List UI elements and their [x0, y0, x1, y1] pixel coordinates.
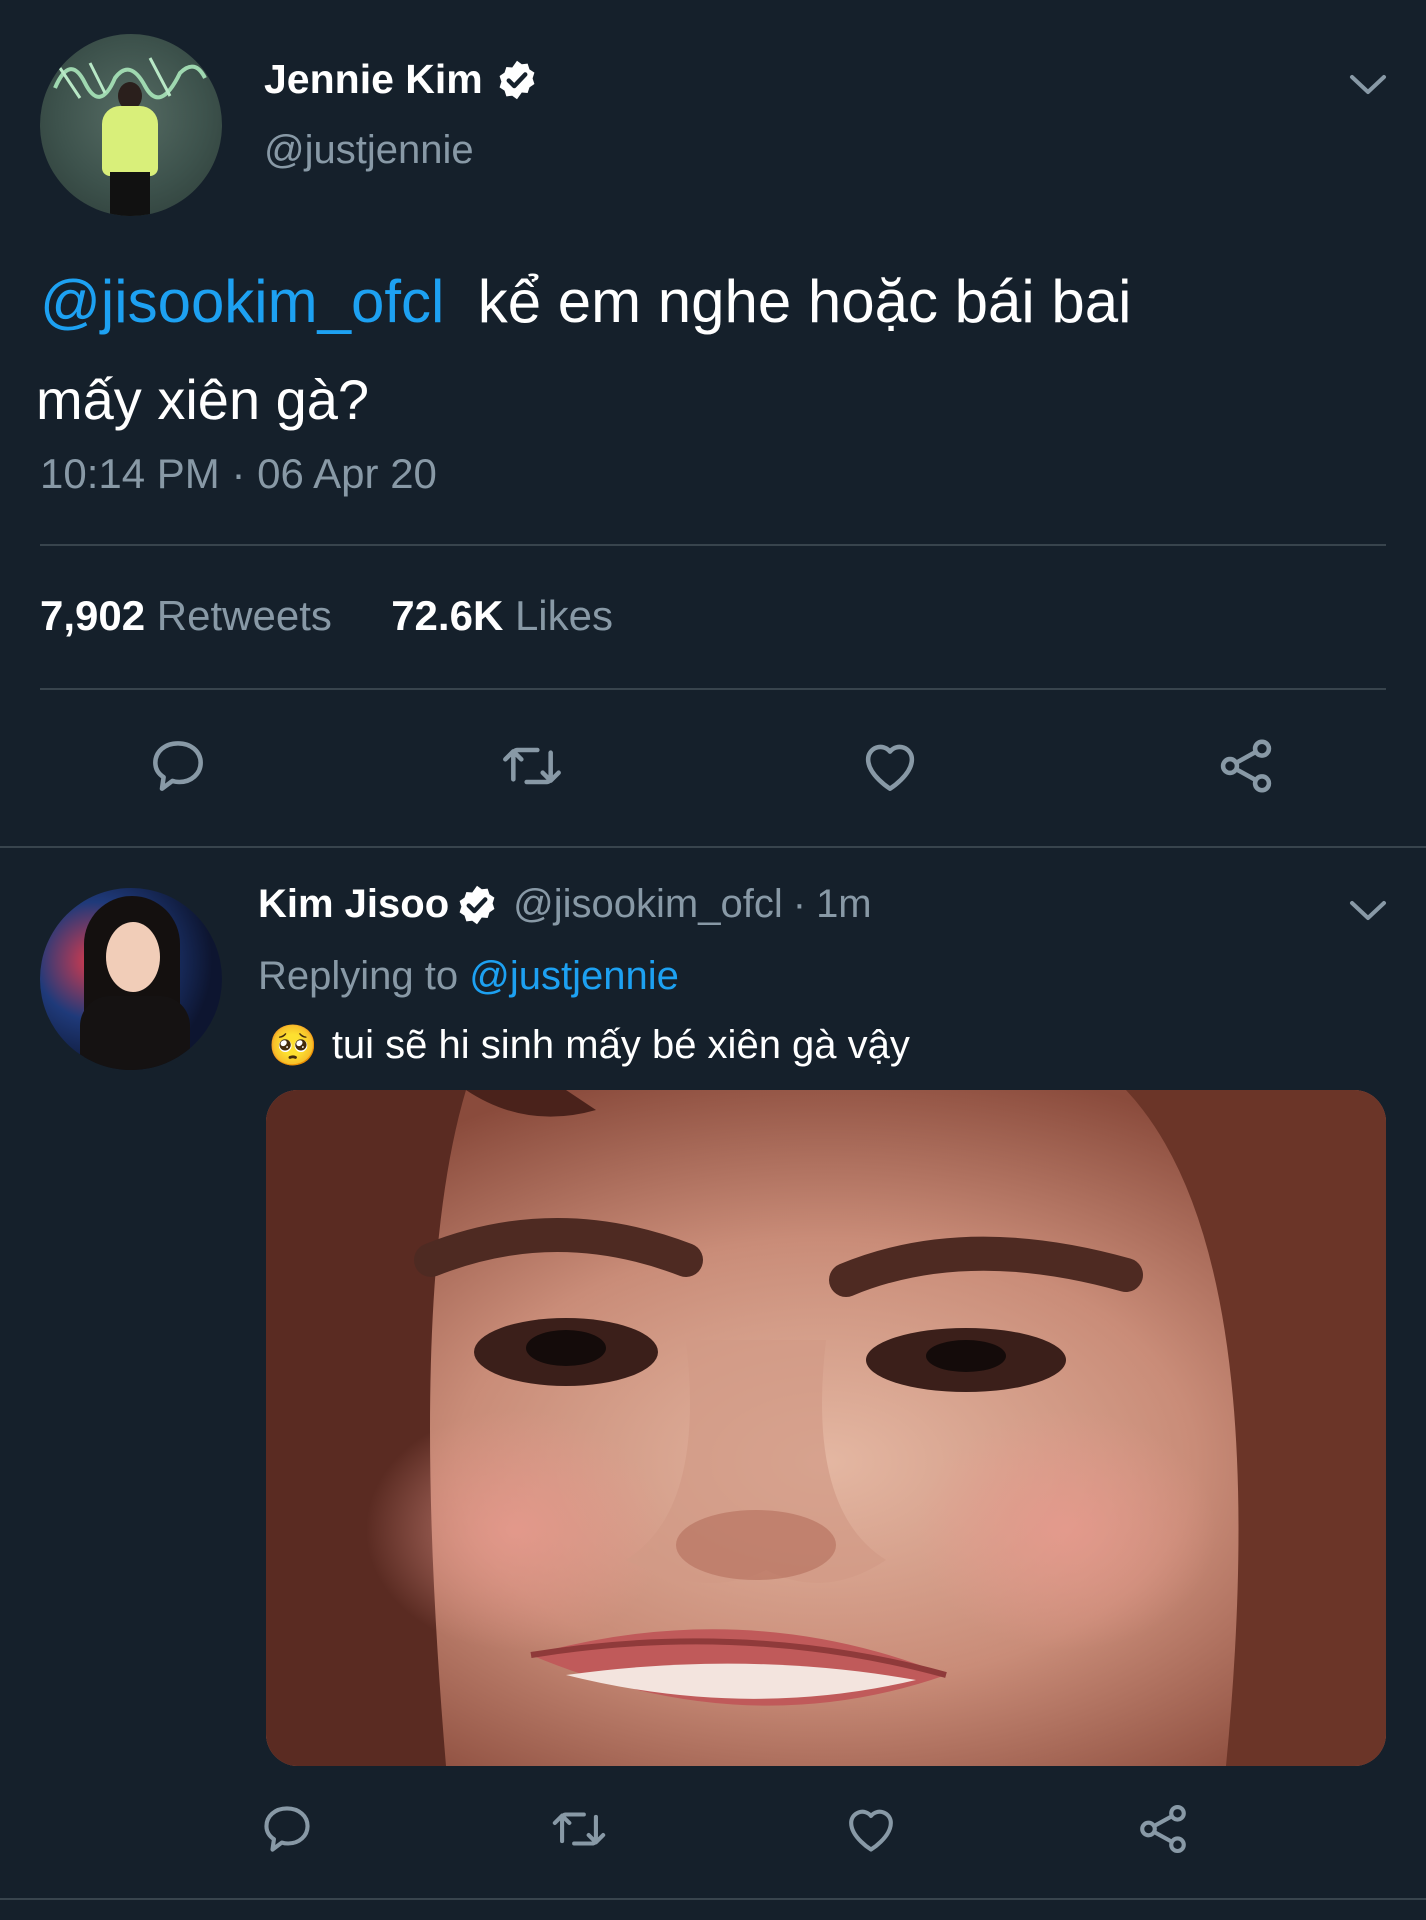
reply-author-name[interactable]: Kim Jisoo — [258, 882, 449, 927]
reply-author-avatar[interactable] — [40, 888, 222, 1070]
avatar-figure-top — [102, 106, 158, 176]
retweets-label: Retweets — [156, 592, 332, 639]
retweets-count: 7,902 — [40, 592, 146, 639]
attached-photo-image — [266, 1090, 1386, 1766]
divider — [0, 846, 1426, 848]
pleading-face-emoji: 🥺 — [268, 1024, 318, 1068]
avatar-figure-legs — [110, 172, 150, 216]
tweet-stats: 7,902 Retweets 72.6K Likes — [40, 592, 613, 640]
share-icon[interactable] — [1214, 734, 1278, 798]
share-icon[interactable] — [1134, 1800, 1192, 1858]
verified-badge-icon — [459, 885, 495, 924]
reply-icon[interactable] — [146, 734, 210, 798]
reply-text-row: 🥺 tui sẽ hi sinh mấy bé xiên gà vậy — [268, 1022, 910, 1069]
reply-header: Kim Jisoo @jisookim_ofcl · 1m — [258, 882, 872, 927]
reply-text: tui sẽ hi sinh mấy bé xiên gà vậy — [331, 1023, 910, 1067]
retweet-icon[interactable] — [500, 734, 564, 798]
likes-count: 72.6K — [391, 592, 504, 639]
divider — [40, 544, 1386, 546]
heart-icon[interactable] — [858, 734, 922, 798]
author-handle[interactable]: @justjennie — [264, 128, 474, 173]
divider — [40, 688, 1386, 690]
tweet-text-line1: @jisookim_ofcl kể em nghe hoặc bái bai — [40, 266, 1132, 338]
time-separator: · — [792, 882, 807, 926]
attached-photo[interactable] — [266, 1090, 1386, 1766]
avatar-face — [106, 922, 160, 992]
reply-icon[interactable] — [258, 1800, 316, 1858]
mention-link[interactable]: @jisookim_ofcl — [40, 268, 444, 335]
reply-time[interactable]: 1m — [816, 882, 872, 927]
likes-stat[interactable]: 72.6K Likes — [391, 592, 613, 639]
tweet-text: kể em nghe hoặc bái bai — [477, 268, 1132, 335]
tweet-text-line2: mấy xiên gà? — [36, 368, 370, 431]
chevron-down-icon[interactable] — [1348, 898, 1388, 924]
heart-icon[interactable] — [842, 1800, 900, 1858]
verified-badge-icon — [499, 60, 535, 99]
author-name-row[interactable]: Jennie Kim — [264, 56, 539, 103]
author-name[interactable]: Jennie Kim — [264, 56, 483, 103]
replying-to-row: Replying to @justjennie — [258, 954, 679, 999]
tweet-timestamp[interactable]: 10:14 PM · 06 Apr 20 — [40, 450, 437, 498]
divider — [0, 1898, 1426, 1900]
retweet-icon[interactable] — [550, 1800, 608, 1858]
reply-author-handle[interactable]: @jisookim_ofcl — [513, 882, 783, 927]
likes-label: Likes — [514, 592, 614, 639]
author-avatar[interactable] — [40, 34, 222, 216]
retweets-stat[interactable]: 7,902 Retweets — [40, 592, 332, 639]
replying-to-label: Replying to — [258, 954, 459, 998]
replying-to-link[interactable]: @justjennie — [469, 954, 679, 998]
avatar-body — [80, 996, 190, 1070]
chevron-down-icon[interactable] — [1348, 72, 1388, 98]
